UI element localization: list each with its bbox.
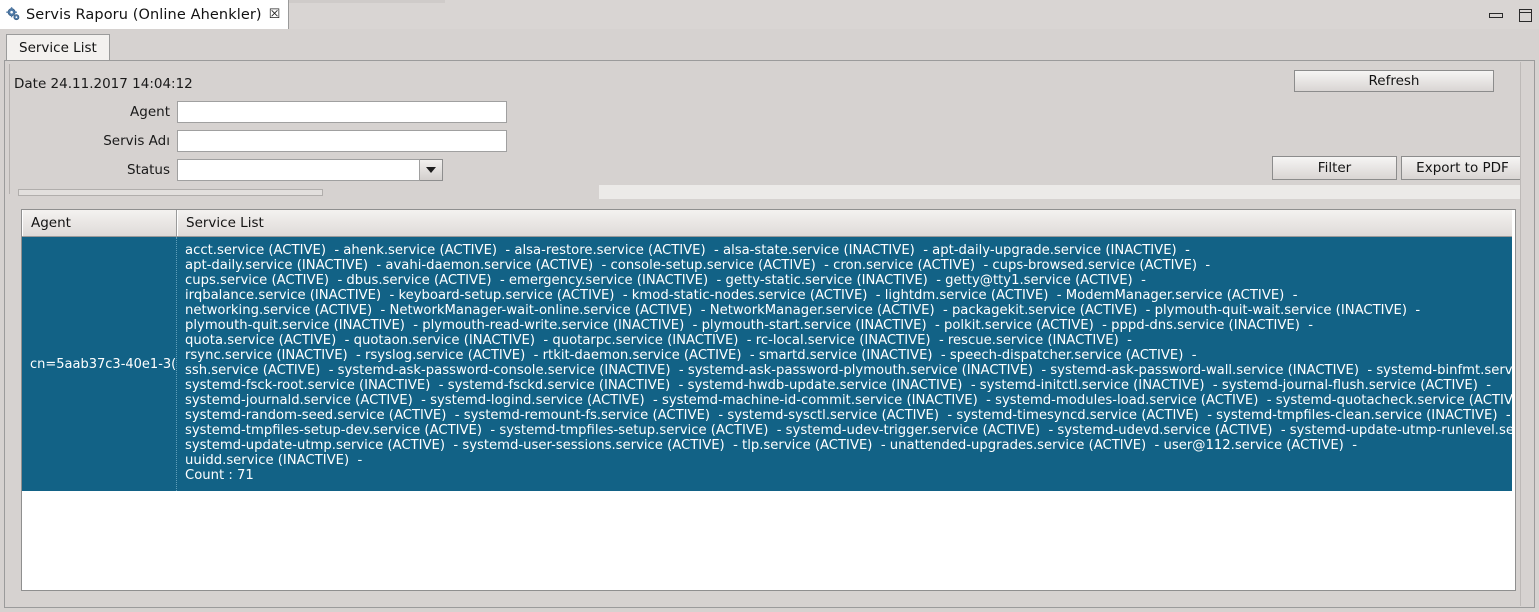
window-titlebar: Servis Raporu (Online Ahenkler) ☒ <box>0 0 1539 29</box>
table-empty-area <box>22 491 1515 567</box>
application-window: Servis Raporu (Online Ahenkler) ☒ Servic… <box>0 0 1539 612</box>
service-list-table: Agent Service List cn=5aab37c3-40e1-3( a… <box>21 209 1516 591</box>
status-label: Status <box>126 162 170 178</box>
horizontal-separator-bar <box>18 189 323 196</box>
titlebar-filler <box>255 0 1539 29</box>
table-row[interactable]: cn=5aab37c3-40e1-3( acct.service (ACTIVE… <box>22 237 1515 491</box>
column-header-agent[interactable]: Agent <box>22 210 177 236</box>
export-to-pdf-button[interactable]: Export to PDF <box>1401 156 1524 180</box>
window-title-tab[interactable]: Servis Raporu (Online Ahenkler) ☒ <box>0 0 290 29</box>
agent-input[interactable] <box>177 101 507 123</box>
form-row-status: Status <box>5 159 443 181</box>
status-strip <box>599 185 1529 199</box>
status-dropdown-value[interactable] <box>177 159 420 181</box>
filter-button[interactable]: Filter <box>1272 156 1397 180</box>
maximize-button[interactable] <box>1519 8 1533 22</box>
window-controls <box>1489 0 1533 29</box>
table-header-row: Agent Service List <box>22 210 1515 237</box>
date-label: Date 24.11.2017 14:04:12 <box>14 76 193 92</box>
gears-icon <box>6 7 21 22</box>
table-right-gutter <box>1512 210 1515 590</box>
content-panel: Date 24.11.2017 14:04:12 Agent Servis Ad… <box>4 60 1535 608</box>
tab-strip: Service List <box>0 29 1539 61</box>
service-name-label: Servis Adı <box>103 133 170 149</box>
window-title-text: Servis Raporu (Online Ahenkler) <box>26 6 262 23</box>
refresh-button[interactable]: Refresh <box>1294 70 1494 92</box>
status-dropdown[interactable] <box>177 159 443 181</box>
minimize-button[interactable] <box>1489 8 1503 22</box>
close-icon[interactable]: ☒ <box>269 8 281 21</box>
column-header-service-list[interactable]: Service List <box>177 210 1515 236</box>
chevron-down-icon[interactable] <box>420 159 443 181</box>
cell-service-list: acct.service (ACTIVE) - ahenk.service (A… <box>185 243 1515 483</box>
form-row-service-name: Servis Adı <box>5 130 507 152</box>
service-name-input[interactable] <box>177 130 507 152</box>
agent-label: Agent <box>130 104 170 120</box>
tab-service-list[interactable]: Service List <box>6 34 110 61</box>
tab-service-list-label: Service List <box>19 40 97 56</box>
panel-right-scroll-gutter[interactable] <box>1520 62 1532 606</box>
cell-agent: cn=5aab37c3-40e1-3( <box>22 237 177 491</box>
form-row-agent: Agent <box>5 101 507 123</box>
